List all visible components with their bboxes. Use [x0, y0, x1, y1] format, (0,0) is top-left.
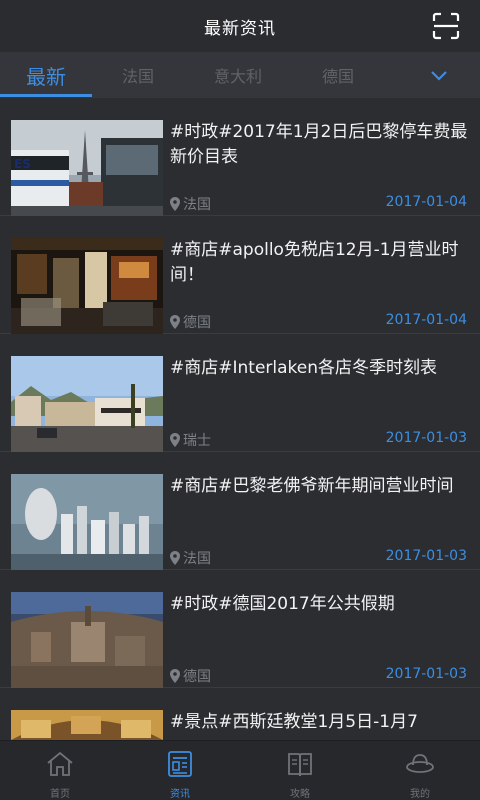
sistine-chapel-photo — [11, 710, 163, 740]
news-title: #商店#Interlaken各店冬季时刻表 — [170, 358, 438, 378]
category-tabs: 最新 法国 意大利 德国 — [0, 52, 480, 98]
news-date: 2017-01-04 — [385, 312, 467, 328]
nav-label: 首页 — [50, 789, 70, 800]
tab-latest[interactable]: 最新 — [0, 52, 92, 98]
news-title: #景点#西斯廷教堂1月5日-1月7 — [170, 712, 418, 732]
tab-italy[interactable]: 意大利 — [192, 52, 284, 98]
location: 德国 — [170, 312, 211, 332]
paris-bus-eiffel-photo: ES — [11, 120, 163, 216]
news-title: #商店#apollo免税店12月-1月营业时间！ — [170, 240, 459, 285]
profile-hat-icon — [406, 754, 434, 773]
nav-news[interactable]: 资讯 — [120, 741, 240, 800]
news-item[interactable]: #商店#Interlaken各店冬季时刻表 瑞士 2017-01-03 — [0, 334, 480, 452]
dutyfree-shop-interior-photo — [11, 238, 163, 334]
news-date: 2017-01-04 — [385, 194, 467, 210]
location-label: 德国 — [183, 315, 211, 331]
interlaken-street-photo — [11, 356, 163, 452]
news-title: #时政#德国2017年公共假期 — [170, 594, 395, 614]
location-label: 法国 — [183, 551, 211, 567]
news-title: #时政#2017年1月2日后巴黎停车费最新价目表 — [170, 122, 468, 167]
news-list: ES #时政#2017年1月2日后巴黎停车费最新价目表 法国 2017-01-0… — [0, 98, 480, 740]
nav-label: 我的 — [410, 789, 430, 800]
news-date: 2017-01-03 — [385, 430, 467, 446]
nav-label: 资讯 — [170, 789, 190, 800]
location-pin-icon — [170, 551, 180, 565]
book-icon — [288, 753, 312, 777]
active-tab-indicator — [0, 94, 92, 97]
location-pin-icon — [170, 669, 180, 683]
news-date: 2017-01-03 — [385, 666, 467, 682]
location-label: 德国 — [183, 669, 211, 685]
nav-profile[interactable]: 我的 — [360, 741, 480, 800]
location-pin-icon — [170, 433, 180, 447]
location: 法国 — [170, 548, 211, 568]
nav-home[interactable]: 首页 — [0, 741, 120, 800]
news-icon — [168, 751, 192, 777]
news-item[interactable]: #景点#西斯廷教堂1月5日-1月7 — [0, 688, 480, 740]
galeries-lafayette-ad-photo — [11, 474, 163, 570]
svg-text:ES: ES — [14, 157, 31, 171]
news-item[interactable]: #时政#德国2017年公共假期 德国 2017-01-03 — [0, 570, 480, 688]
location: 瑞士 — [170, 430, 211, 450]
news-date: 2017-01-03 — [385, 548, 467, 564]
home-icon — [47, 751, 73, 776]
news-item[interactable]: #商店#apollo免税店12月-1月营业时间！ 德国 2017-01-04 — [0, 216, 480, 334]
nav-guide[interactable]: 攻略 — [240, 741, 360, 800]
bottom-navigation: 首页 资讯 攻略 我的 — [0, 740, 480, 800]
munich-aerial-photo — [11, 592, 163, 688]
page-title: 最新资讯 — [204, 18, 276, 39]
tab-germany[interactable]: 德国 — [292, 52, 384, 98]
chevron-down-icon[interactable] — [428, 64, 450, 86]
tab-france[interactable]: 法国 — [92, 52, 184, 98]
location-pin-icon — [170, 197, 180, 211]
app-header: 最新资讯 — [0, 0, 480, 52]
news-item[interactable]: #商店#巴黎老佛爷新年期间营业时间 法国 2017-01-03 — [0, 452, 480, 570]
location: 法国 — [170, 194, 211, 214]
location-label: 法国 — [183, 197, 211, 213]
scan-icon[interactable] — [432, 12, 460, 40]
nav-label: 攻略 — [290, 789, 310, 800]
news-item[interactable]: ES #时政#2017年1月2日后巴黎停车费最新价目表 法国 2017-01-0… — [0, 98, 480, 216]
location: 德国 — [170, 666, 211, 686]
news-title: #商店#巴黎老佛爷新年期间营业时间 — [170, 476, 454, 496]
location-label: 瑞士 — [183, 433, 211, 449]
location-pin-icon — [170, 315, 180, 329]
